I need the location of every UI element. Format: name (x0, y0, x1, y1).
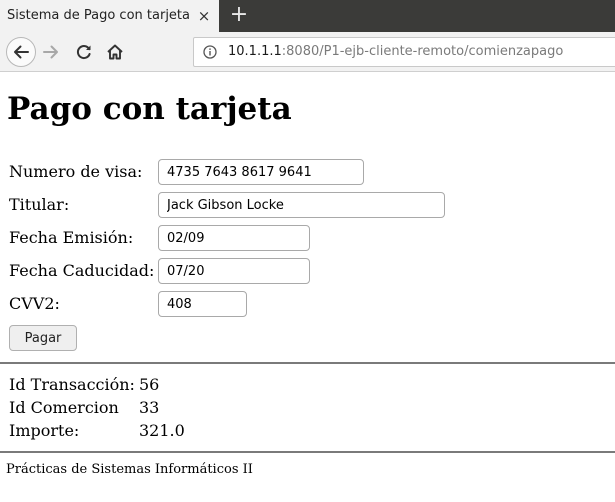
close-tab-icon[interactable]: × (196, 7, 212, 25)
divider-top (0, 362, 615, 364)
issue-date-input[interactable] (158, 225, 310, 251)
cvv-input[interactable] (158, 291, 247, 317)
footer-text: Prácticas de Sistemas Informáticos II (6, 462, 253, 477)
reload-icon (76, 45, 91, 60)
page-content: Pago con tarjeta Numero de visa: Titular… (0, 73, 615, 502)
navigation-toolbar: 10.1.1.1:8080/P1-ejb-cliente-remoto/comi… (0, 32, 615, 72)
transaction-id-value: 56 (139, 375, 160, 394)
card-number-input[interactable] (158, 159, 364, 185)
url-path: :8080/P1-ejb-cliente-remoto/comienzapago (281, 44, 564, 59)
forward-button[interactable] (38, 38, 66, 66)
url-host: 10.1.1.1 (228, 44, 282, 59)
page-title: Pago con tarjeta (7, 91, 292, 127)
info-icon[interactable] (203, 45, 217, 59)
new-tab-icon[interactable]: + (229, 3, 249, 27)
home-icon (107, 44, 123, 60)
expiry-date-label: Fecha Caducidad: (9, 261, 155, 280)
back-arrow-icon (14, 45, 29, 59)
holder-input[interactable] (158, 192, 445, 218)
commerce-id-label: Id Comercion (9, 398, 119, 417)
divider-bottom (0, 451, 615, 453)
url-bar[interactable]: 10.1.1.1:8080/P1-ejb-cliente-remoto/comi… (193, 37, 615, 67)
back-button[interactable] (6, 37, 36, 67)
expiry-date-input[interactable] (158, 258, 310, 284)
forward-arrow-icon (43, 45, 58, 59)
card-number-label: Numero de visa: (9, 162, 143, 181)
pay-button[interactable]: Pagar (9, 325, 77, 351)
reload-button[interactable] (70, 38, 98, 66)
tab-active[interactable]: Sistema de Pago con tarjeta × (0, 0, 219, 32)
commerce-id-value: 33 (139, 398, 160, 417)
cvv-label: CVV2: (9, 294, 60, 313)
amount-value: 321.0 (139, 421, 185, 440)
home-button[interactable] (101, 38, 129, 66)
browser-window: Sistema de Pago con tarjeta × + 10.1.1.1… (0, 0, 615, 502)
issue-date-label: Fecha Emisión: (9, 228, 134, 247)
url-text: 10.1.1.1:8080/P1-ejb-cliente-remoto/comi… (228, 44, 563, 59)
tab-title: Sistema de Pago con tarjeta (7, 8, 190, 23)
amount-label: Importe: (9, 421, 80, 440)
tab-bar: Sistema de Pago con tarjeta × + (0, 0, 615, 32)
transaction-id-label: Id Transacción: (9, 375, 135, 394)
holder-label: Titular: (9, 195, 70, 214)
